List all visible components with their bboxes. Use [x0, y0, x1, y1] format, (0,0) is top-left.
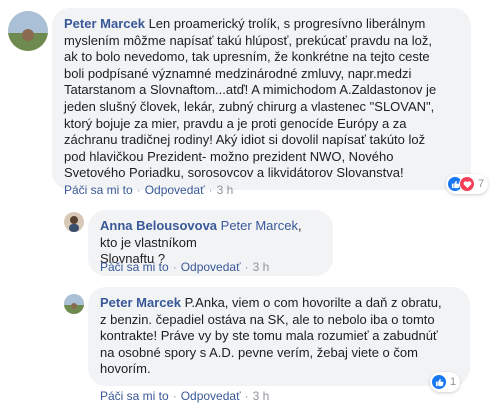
comment-actions: Páči sa mi to · Odpovedať · 3 h	[100, 389, 269, 403]
comment-author[interactable]: Peter Marcek	[100, 295, 181, 310]
comment-text: Len proamerický trolík, s progresívno li…	[64, 16, 437, 181]
separator-dot: ·	[244, 260, 249, 274]
separator-dot: ·	[208, 183, 213, 197]
comment-author[interactable]: Peter Marcek	[64, 16, 145, 31]
like-link[interactable]: Páči sa mi to	[64, 183, 133, 197]
reaction-count: 7	[478, 178, 485, 190]
comment-time[interactable]: 3 h	[217, 183, 234, 197]
reply-link[interactable]: Odpovedať	[145, 183, 205, 197]
avatar[interactable]	[8, 11, 48, 51]
comment-actions: Páči sa mi to · Odpovedať · 3 h	[64, 183, 233, 197]
reaction-summary[interactable]: 7	[446, 174, 489, 194]
mention-link[interactable]: Peter Marcek	[221, 218, 298, 233]
like-link[interactable]: Páči sa mi to	[100, 260, 169, 274]
reply-link[interactable]: Odpovedať	[181, 260, 241, 274]
separator-dot: ·	[136, 183, 141, 197]
avatar[interactable]	[64, 294, 84, 314]
comment-time[interactable]: 3 h	[253, 260, 270, 274]
reaction-count: 1	[450, 376, 457, 388]
comment-bubble: Peter Marcek Len proamerický trolík, s p…	[52, 8, 471, 190]
comment-bubble: Peter Marcek P.Anka, viem o com hovorilt…	[88, 287, 470, 386]
comment-author[interactable]: Anna Belousovova	[100, 218, 217, 233]
reaction-summary[interactable]: 1	[430, 372, 461, 392]
love-reaction-icon	[459, 176, 475, 192]
like-reaction-icon	[431, 374, 447, 390]
comment-actions: Páči sa mi to · Odpovedať · 3 h	[100, 260, 269, 274]
separator-dot: ·	[172, 260, 177, 274]
avatar[interactable]	[64, 212, 84, 232]
separator-dot: ·	[244, 389, 249, 403]
separator-dot: ·	[172, 389, 177, 403]
like-link[interactable]: Páči sa mi to	[100, 389, 169, 403]
reply-link[interactable]: Odpovedať	[181, 389, 241, 403]
comment-time[interactable]: 3 h	[253, 389, 270, 403]
